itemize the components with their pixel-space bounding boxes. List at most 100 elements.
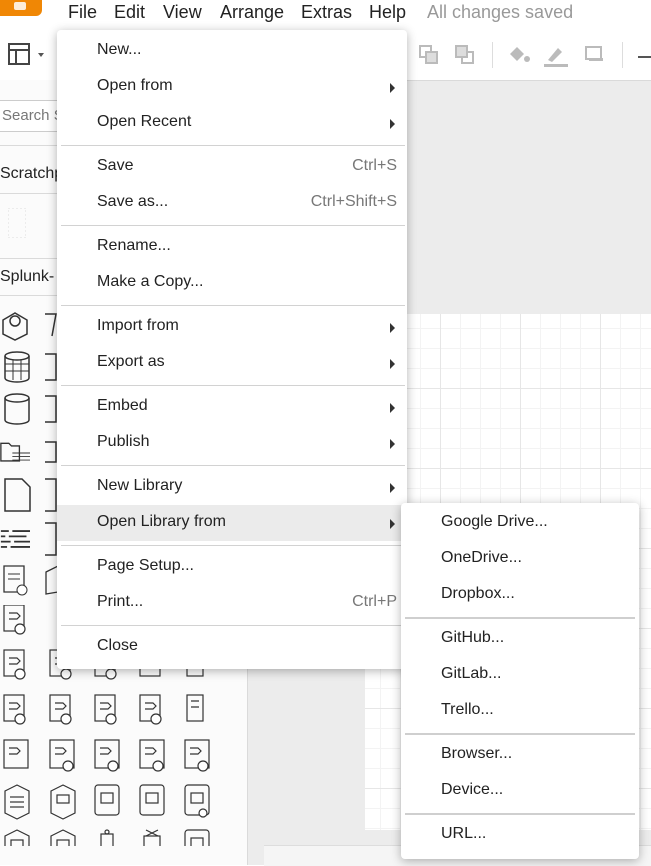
fill-color-icon[interactable]: [506, 44, 532, 68]
shadow-icon[interactable]: [584, 44, 606, 66]
menu-item-label: Save as...: [97, 193, 169, 210]
menu-help[interactable]: Help: [369, 2, 406, 23]
sidebar-bottom-strip: [0, 846, 247, 865]
submenu-arrow-icon: [390, 519, 395, 529]
menu-item-new-library[interactable]: New Library: [57, 469, 407, 505]
library-dropbox[interactable]: Dropbox...: [401, 577, 639, 613]
zoom-out-icon[interactable]: [638, 56, 651, 58]
submenu-arrow-icon: [390, 323, 395, 333]
menu-divider: [61, 225, 405, 226]
folder-list-shape-icon[interactable]: [0, 436, 30, 470]
to-front-icon[interactable]: [418, 44, 440, 66]
menu-item-publish[interactable]: Publish: [57, 425, 407, 461]
menu-divider: [61, 385, 405, 386]
menu-item-label: OneDrive...: [441, 549, 522, 566]
menu-divider: [61, 625, 405, 626]
library-trello[interactable]: Trello...: [401, 693, 639, 729]
doc-gear-shape-icon[interactable]: [2, 564, 32, 598]
menu-divider: [405, 733, 635, 735]
menu-item-label: Embed: [97, 397, 148, 414]
menubar: File Edit View Arrange Extras Help All c…: [0, 0, 651, 30]
submenu-arrow-icon: [390, 83, 395, 93]
menu-item-new[interactable]: New...: [57, 33, 407, 69]
menu-item-close[interactable]: Close: [57, 629, 407, 665]
menu-divider: [405, 617, 635, 619]
menu-file[interactable]: File: [68, 2, 97, 23]
menu-item-label: Close: [97, 637, 138, 654]
menu-edit[interactable]: Edit: [114, 2, 145, 23]
menu-item-label: Google Drive...: [441, 513, 548, 530]
menu-item-export-as[interactable]: Export as: [57, 345, 407, 381]
menu-item-label: Open from: [97, 77, 173, 94]
database-grid-shape-icon[interactable]: [2, 350, 32, 384]
menu-divider: [61, 145, 405, 146]
submenu-arrow-icon: [390, 359, 395, 369]
menu-item-rename[interactable]: Rename...: [57, 229, 407, 265]
submenu-arrow-icon: [390, 119, 395, 129]
library-url[interactable]: URL...: [401, 817, 639, 853]
line-color-icon[interactable]: [542, 44, 570, 68]
scratchpad-placeholder-icon: [8, 208, 26, 238]
menu-divider: [405, 813, 635, 815]
submenu-arrow-icon: [390, 439, 395, 449]
menu-item-label: Print...: [97, 593, 144, 610]
menu-item-open-from[interactable]: Open from: [57, 69, 407, 105]
menu-item-label: Rename...: [97, 237, 171, 254]
menu-divider: [61, 305, 405, 306]
app-logo-icon: [0, 0, 42, 16]
menu-item-label: Device...: [441, 781, 504, 798]
menu-item-label: Publish: [97, 433, 150, 450]
library-gitlab[interactable]: GitLab...: [401, 657, 639, 693]
menu-arrange[interactable]: Arrange: [220, 2, 284, 23]
menu-item-embed[interactable]: Embed: [57, 389, 407, 425]
to-back-icon[interactable]: [454, 44, 476, 66]
cylinder-shape-icon[interactable]: [2, 392, 32, 426]
menu-item-label: GitLab...: [441, 665, 502, 682]
open-library-submenu: Google Drive... OneDrive... Dropbox... G…: [401, 503, 639, 859]
library-github[interactable]: GitHub...: [401, 621, 639, 657]
splunk-palette-label[interactable]: Splunk-: [0, 268, 54, 286]
library-browser[interactable]: Browser...: [401, 737, 639, 773]
menu-item-shortcut: Ctrl+Shift+S: [310, 193, 397, 210]
toolbar-divider: [622, 42, 623, 68]
menu-item-save-as[interactable]: Save as... Ctrl+Shift+S: [57, 185, 407, 221]
menu-item-make-copy[interactable]: Make a Copy...: [57, 265, 407, 301]
menu-divider: [61, 545, 405, 546]
library-onedrive[interactable]: OneDrive...: [401, 541, 639, 577]
log-lines-shape-icon[interactable]: [0, 522, 30, 556]
menu-item-label: New Library: [97, 477, 183, 494]
menu-item-save[interactable]: Save Ctrl+S: [57, 149, 407, 185]
gear-box-shape-icon[interactable]: [0, 308, 30, 342]
menu-item-label: Export as: [97, 353, 165, 370]
menu-item-shortcut: Ctrl+S: [352, 157, 397, 174]
menu-item-import-from[interactable]: Import from: [57, 309, 407, 345]
menu-item-open-recent[interactable]: Open Recent: [57, 105, 407, 141]
menu-item-open-library-from[interactable]: Open Library from: [57, 505, 407, 541]
menu-item-label: GitHub...: [441, 629, 505, 646]
menu-extras[interactable]: Extras: [301, 2, 352, 23]
menu-item-label: New...: [97, 41, 142, 58]
library-device[interactable]: Device...: [401, 773, 639, 809]
menu-item-label: Import from: [97, 317, 179, 334]
menu-divider: [61, 465, 405, 466]
menu-item-label: Browser...: [441, 745, 513, 762]
menu-item-label: Save: [97, 157, 134, 174]
menu-item-label: Make a Copy...: [97, 273, 204, 290]
menu-item-page-setup[interactable]: Page Setup...: [57, 549, 407, 585]
document-shape-icon[interactable]: [4, 478, 34, 512]
submenu-arrow-icon: [390, 483, 395, 493]
menu-view[interactable]: View: [163, 2, 202, 23]
menu-item-label: Page Setup...: [97, 557, 194, 574]
menu-item-print[interactable]: Print... Ctrl+P: [57, 585, 407, 621]
search-shapes-input[interactable]: Search Shapes: [0, 100, 63, 132]
save-status: All changes saved: [427, 2, 574, 22]
menu-item-label: Open Library from: [97, 513, 226, 530]
menu-item-label: URL...: [441, 825, 487, 842]
menu-item-shortcut: Ctrl+P: [352, 593, 397, 610]
library-google-drive[interactable]: Google Drive...: [401, 505, 639, 541]
toolbar-divider: [492, 42, 493, 68]
menu-item-label: Dropbox...: [441, 585, 515, 602]
layout-panel-icon[interactable]: [8, 43, 50, 67]
menu-item-label: Trello...: [441, 701, 494, 718]
submenu-arrow-icon: [390, 403, 395, 413]
